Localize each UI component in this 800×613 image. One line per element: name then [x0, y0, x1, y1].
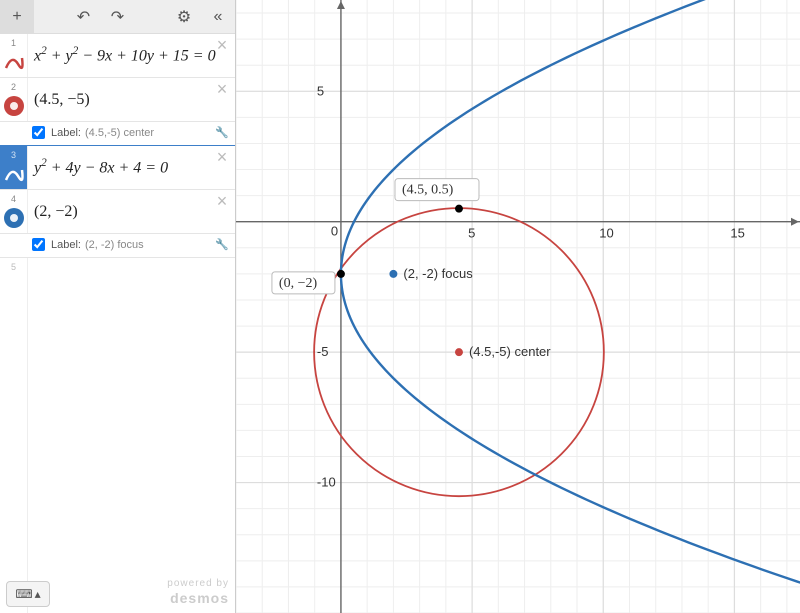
- app-root: + ↶ ↷ ⚙ « 1 x2 + y2 − 9x + 10y + 15 = 0 …: [0, 0, 800, 613]
- keyboard-button[interactable]: ⌨ ▴: [6, 581, 50, 607]
- expression-input[interactable]: (2, −2): [28, 190, 235, 233]
- label-config-row: Label: (2, -2) focus 🔧: [0, 234, 235, 258]
- row-index: 5: [11, 262, 16, 272]
- collapse-sidebar-button[interactable]: «: [201, 0, 235, 34]
- redo-button[interactable]: ↷: [101, 0, 135, 34]
- undo-icon: ↶: [77, 7, 90, 27]
- svg-text:5: 5: [317, 83, 324, 98]
- row-index: 4: [11, 194, 16, 204]
- settings-button[interactable]: ⚙: [167, 0, 201, 34]
- row-gutter: 3: [0, 146, 28, 189]
- expression-list: 1 x2 + y2 − 9x + 10y + 15 = 0 × 2 (4.5, …: [0, 34, 235, 613]
- toolbar: + ↶ ↷ ⚙ «: [0, 0, 235, 34]
- redo-icon: ↷: [111, 7, 124, 27]
- wrench-icon[interactable]: 🔧: [215, 238, 229, 251]
- expression-text: (4.5, −5): [34, 91, 90, 109]
- svg-text:15: 15: [730, 226, 744, 241]
- delete-row-button[interactable]: ×: [213, 192, 231, 210]
- expression-text: y2 + 4y − 8x + 4 = 0: [34, 157, 168, 177]
- expression-row[interactable]: 4 (2, −2) ×: [0, 190, 235, 234]
- label-config-row: Label: (4.5,-5) center 🔧: [0, 122, 235, 146]
- svg-text:10: 10: [599, 226, 613, 241]
- delete-row-button[interactable]: ×: [213, 80, 231, 98]
- graph-area[interactable]: 0 5 10 15 -10 -5 5 (4.5,-5) center (2, -2) focus…: [236, 0, 800, 613]
- expression-input[interactable]: y2 + 4y − 8x + 4 = 0: [28, 146, 235, 189]
- row-gutter: 2: [0, 78, 28, 121]
- row-gutter: 1: [0, 34, 28, 77]
- svg-text:5: 5: [468, 226, 475, 241]
- branding-line1: powered by: [167, 578, 229, 590]
- label-checkbox[interactable]: [32, 126, 45, 139]
- label-checkbox[interactable]: [32, 238, 45, 251]
- label-prefix: Label:: [51, 239, 81, 251]
- label-prefix: Label:: [51, 127, 81, 139]
- keyboard-icon: ⌨: [15, 587, 32, 601]
- expression-row[interactable]: 2 (4.5, −5) ×: [0, 78, 235, 122]
- label-value[interactable]: (4.5,-5) center: [85, 127, 154, 139]
- label-value[interactable]: (2, -2) focus: [85, 239, 144, 251]
- svg-text:0: 0: [331, 224, 338, 239]
- expression-row[interactable]: 1 x2 + y2 − 9x + 10y + 15 = 0 ×: [0, 34, 235, 78]
- row-index: 2: [11, 82, 16, 92]
- gear-icon: ⚙: [177, 7, 191, 27]
- curve-icon[interactable]: [4, 52, 24, 72]
- curve-icon[interactable]: [4, 164, 24, 184]
- svg-text:(4.5, 0.5): (4.5, 0.5): [402, 183, 454, 198]
- expression-text: x2 + y2 − 9x + 10y + 15 = 0: [34, 45, 216, 65]
- delete-row-button[interactable]: ×: [213, 36, 231, 54]
- svg-text:(2, -2) focus: (2, -2) focus: [403, 266, 473, 281]
- sidebar: + ↶ ↷ ⚙ « 1 x2 + y2 − 9x + 10y + 15 = 0 …: [0, 0, 236, 613]
- row-index: 1: [11, 38, 16, 48]
- undo-button[interactable]: ↶: [67, 0, 101, 34]
- expression-row[interactable]: 5: [0, 258, 235, 613]
- chevron-left-icon: «: [214, 8, 223, 26]
- svg-text:(0, −2): (0, −2): [279, 276, 318, 291]
- svg-text:-10: -10: [317, 475, 336, 490]
- expression-input[interactable]: (4.5, −5): [28, 78, 235, 121]
- chevron-up-icon: ▴: [35, 587, 41, 601]
- expression-row[interactable]: 3 y2 + 4y − 8x + 4 = 0 ×: [0, 146, 235, 190]
- sidebar-footer: ⌨ ▴ powered by desmos: [6, 578, 229, 607]
- row-index: 3: [11, 150, 16, 160]
- point-icon[interactable]: [4, 96, 24, 116]
- branding: powered by desmos: [167, 578, 229, 607]
- expression-input[interactable]: x2 + y2 − 9x + 10y + 15 = 0: [28, 34, 235, 77]
- point-icon[interactable]: [4, 208, 24, 228]
- delete-row-button[interactable]: ×: [213, 148, 231, 166]
- svg-text:(4.5,-5) center: (4.5,-5) center: [469, 344, 551, 359]
- branding-line2: desmos: [167, 590, 229, 607]
- row-gutter: 5: [0, 258, 28, 613]
- row-gutter: 4: [0, 190, 28, 233]
- add-expression-button[interactable]: +: [0, 0, 34, 34]
- plot-svg: 0 5 10 15 -10 -5 5 (4.5,-5) center (2, -2) focus…: [236, 0, 800, 613]
- plus-icon: +: [12, 8, 21, 26]
- wrench-icon[interactable]: 🔧: [215, 126, 229, 139]
- svg-text:-5: -5: [317, 344, 329, 359]
- expression-text: (2, −2): [34, 203, 78, 221]
